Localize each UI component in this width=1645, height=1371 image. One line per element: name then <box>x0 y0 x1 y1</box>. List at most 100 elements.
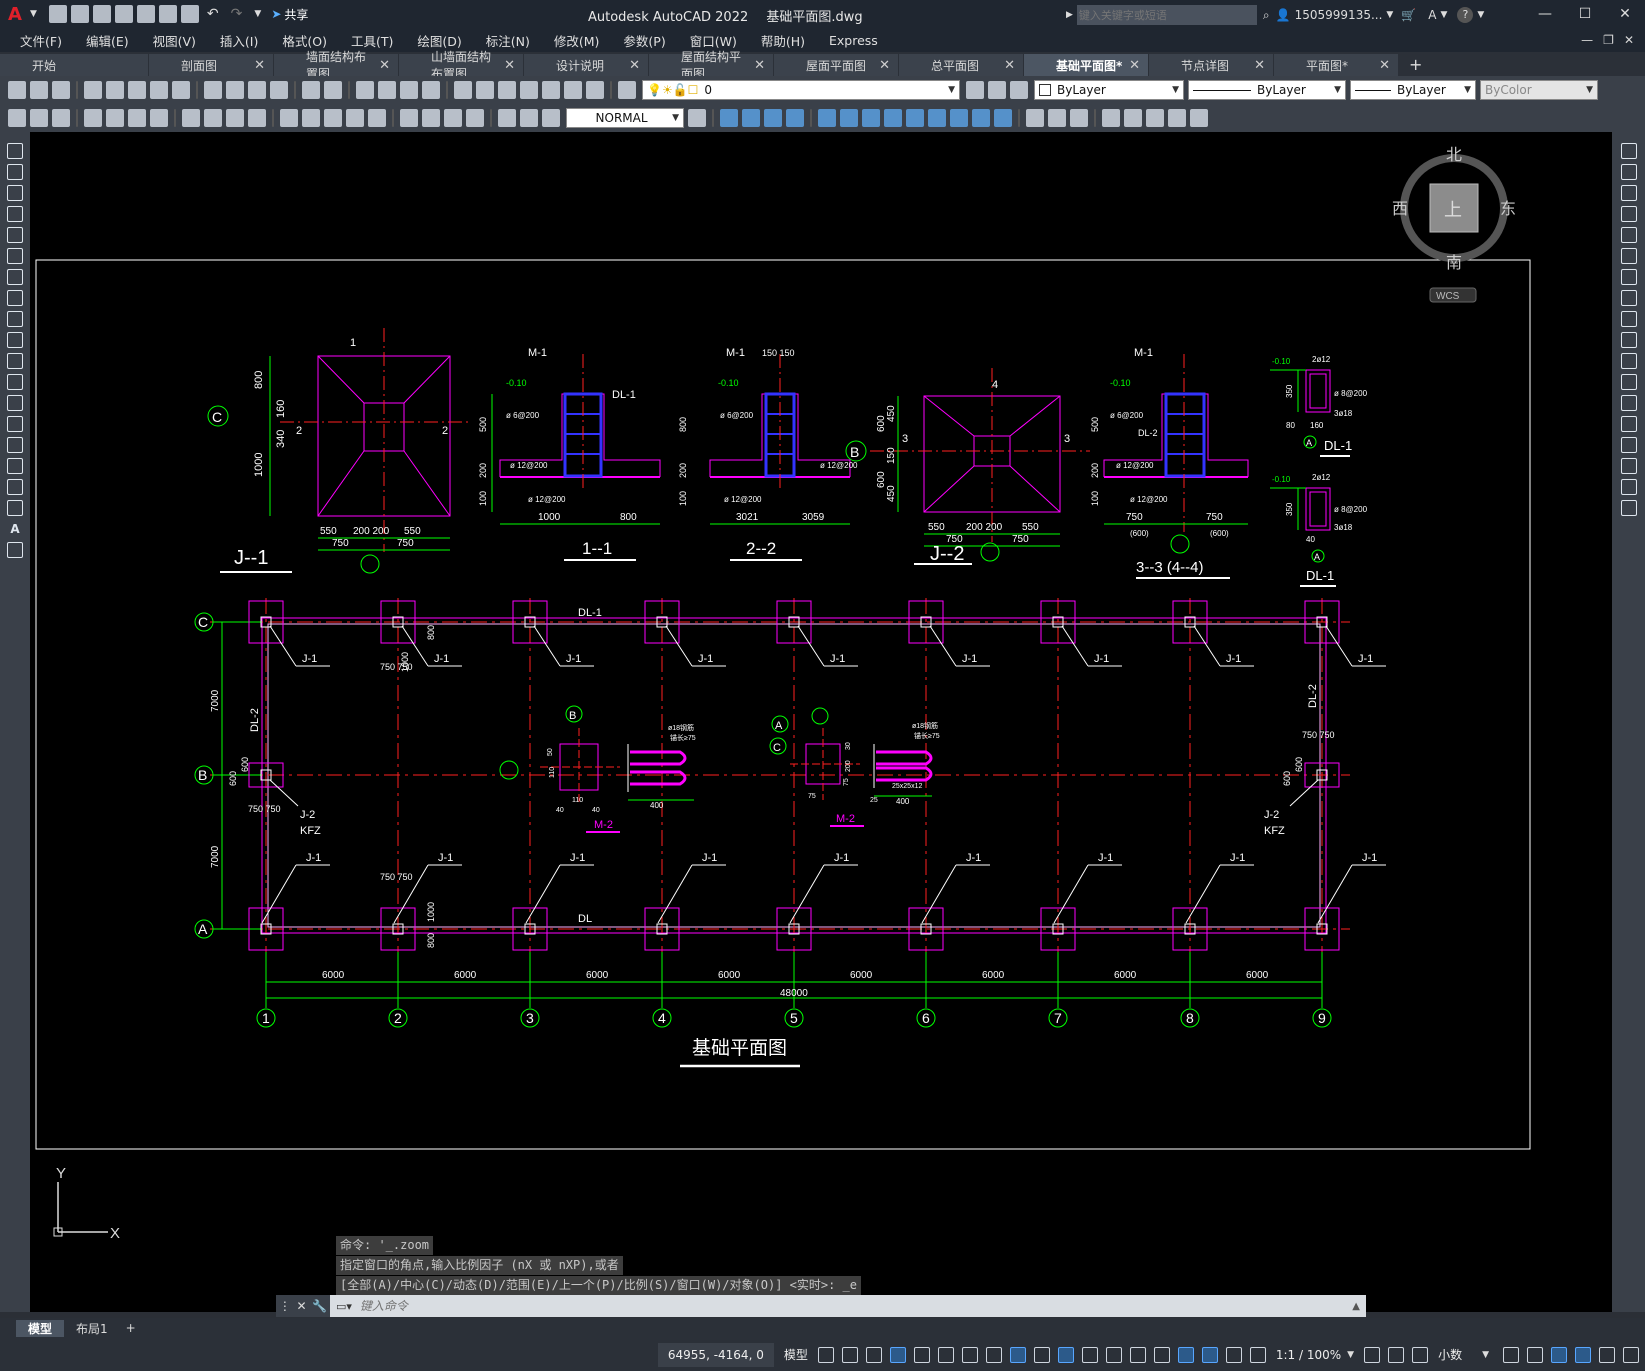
search-expand-icon[interactable]: ▶ <box>1066 10 1073 20</box>
tab-close-icon[interactable]: ✕ <box>1254 58 1265 73</box>
web-icon[interactable] <box>172 81 190 99</box>
menu-draw[interactable]: 绘图(D) <box>405 31 473 50</box>
tolerance-icon[interactable] <box>400 109 418 127</box>
rectangle-icon[interactable] <box>7 227 23 243</box>
3d-osnap-icon[interactable] <box>1105 1346 1122 1363</box>
gizmo-icon[interactable] <box>1177 1346 1194 1363</box>
stretch-icon[interactable] <box>1620 311 1637 327</box>
help-tb-icon[interactable] <box>586 81 604 99</box>
quick-properties-icon[interactable] <box>1503 1346 1519 1363</box>
print-icon[interactable] <box>84 81 102 99</box>
move-icon[interactable] <box>1620 248 1637 264</box>
lineweight-dropdown[interactable]: ByLayer ▼ <box>1350 80 1476 100</box>
viewcube-south[interactable]: 南 <box>1446 254 1462 272</box>
command-customize-icon[interactable]: 🔧 <box>312 1299 327 1313</box>
dimstyle-dropdown[interactable]: NORMAL ▼ <box>566 108 684 128</box>
layer-properties-icon[interactable] <box>618 81 636 99</box>
orbit-icon[interactable] <box>1102 109 1120 127</box>
search-icon[interactable]: ⌕ <box>1263 8 1270 23</box>
chamfer-icon[interactable] <box>1620 437 1637 453</box>
tab-close-icon[interactable]: ✕ <box>254 58 265 73</box>
open-file-icon[interactable] <box>70 5 89 23</box>
break-at-point-icon[interactable] <box>1620 374 1637 390</box>
block-icon[interactable] <box>30 109 48 127</box>
point-icon[interactable] <box>7 416 23 432</box>
join-icon[interactable] <box>1620 416 1637 432</box>
ucs-face-icon[interactable] <box>786 109 804 127</box>
tab-node-details[interactable]: 节点详图 ✕ <box>1149 54 1273 76</box>
calculator-icon[interactable] <box>564 81 582 99</box>
hide-icon[interactable] <box>1048 109 1066 127</box>
scale-chevron-icon[interactable]: ▼ <box>1347 1350 1354 1360</box>
isodraft-icon[interactable] <box>961 1346 978 1363</box>
make-block-icon[interactable] <box>7 395 23 411</box>
undo-icon[interactable]: ↶ <box>207 6 219 22</box>
hatch-icon[interactable] <box>7 437 23 453</box>
linetype-dropdown[interactable]: ByLayer ▼ <box>1188 80 1346 100</box>
tab-close-icon[interactable]: ✕ <box>754 58 765 73</box>
menu-file[interactable]: 文件(F) <box>8 31 74 50</box>
sheet-set-icon[interactable] <box>520 81 538 99</box>
color-dropdown[interactable]: ByLayer ▼ <box>1034 80 1184 100</box>
ucs-3point-icon[interactable] <box>906 109 924 127</box>
viewcube-west[interactable]: 西 <box>1392 201 1408 218</box>
menu-format[interactable]: 格式(O) <box>270 31 339 50</box>
dynamic-input-icon[interactable] <box>889 1346 906 1363</box>
quick-dim-icon[interactable] <box>280 109 298 127</box>
lineweight-icon[interactable] <box>1033 1346 1050 1363</box>
dim-update-icon[interactable] <box>542 109 560 127</box>
dim-ordinate-icon[interactable] <box>150 109 168 127</box>
open-icon[interactable] <box>30 81 48 99</box>
workspace-gear-icon[interactable] <box>1364 1346 1381 1363</box>
layer-dropdown[interactable]: 💡☀🔓☐ 0 ▼ <box>642 80 960 100</box>
qnew-icon[interactable] <box>8 81 26 99</box>
tab-close-icon[interactable]: ✕ <box>379 58 390 73</box>
plotstyle-dropdown[interactable]: ByColor ▼ <box>1480 80 1598 100</box>
dim-radius-icon[interactable] <box>182 109 200 127</box>
polygon-icon[interactable] <box>7 206 23 222</box>
ellipse-arc-icon[interactable] <box>7 353 23 369</box>
quickcalc-icon[interactable] <box>8 109 26 127</box>
polar-icon[interactable] <box>937 1346 954 1363</box>
line-icon[interactable] <box>7 143 23 159</box>
copy-object-icon[interactable] <box>1620 164 1637 180</box>
save-tb-icon[interactable] <box>52 81 70 99</box>
dynamic-ucs-icon[interactable] <box>1129 1346 1146 1363</box>
tab-layout1[interactable]: 布局1 <box>64 1320 120 1337</box>
menu-tools[interactable]: 工具(T) <box>339 31 405 50</box>
dim-diameter-icon[interactable] <box>226 109 244 127</box>
viewcube[interactable]: 上 北 南 东 西 WCS <box>1392 146 1516 303</box>
dim-jogged-icon[interactable] <box>204 109 222 127</box>
properties-icon[interactable] <box>454 81 472 99</box>
layer-iso-icon[interactable] <box>1010 81 1028 99</box>
command-prompt-icon[interactable]: ▭▾ <box>336 1300 352 1313</box>
continuous-orbit-icon[interactable] <box>1146 109 1164 127</box>
help-icon[interactable]: ? <box>1457 7 1474 23</box>
command-close-icon[interactable]: ✕ <box>296 1299 306 1313</box>
markup-icon[interactable] <box>542 81 560 99</box>
ucs-z-icon[interactable] <box>972 109 990 127</box>
erase-icon[interactable] <box>1620 143 1637 159</box>
dim-arc-icon[interactable] <box>128 109 146 127</box>
command-input[interactable] <box>357 1296 1353 1316</box>
insert-block-icon[interactable] <box>7 374 23 390</box>
snap-icon[interactable] <box>841 1346 858 1363</box>
hardware-acceleration-icon[interactable] <box>1575 1346 1591 1363</box>
publish-icon[interactable] <box>136 5 155 23</box>
ucs-object-icon[interactable] <box>818 109 836 127</box>
tab-close-icon[interactable]: ✕ <box>1004 58 1015 73</box>
tab-start[interactable]: 开始 <box>0 54 148 76</box>
tab-close-icon[interactable]: ✕ <box>504 58 515 73</box>
user-name[interactable]: 1505999135... <box>1295 8 1383 22</box>
mtext-icon[interactable]: A <box>7 521 23 537</box>
make-current-icon[interactable] <box>966 81 984 99</box>
dim-continue-icon[interactable] <box>324 109 342 127</box>
tab-roof-plan[interactable]: 屋面平面图 ✕ <box>774 54 898 76</box>
tab-close-icon[interactable]: ✕ <box>629 58 640 73</box>
dim-aligned-icon[interactable] <box>106 109 124 127</box>
visual-style-icon[interactable] <box>1026 109 1044 127</box>
dimstyle-manager-icon[interactable] <box>688 109 706 127</box>
annotation-visibility-icon[interactable] <box>1201 1346 1218 1363</box>
cart-icon[interactable]: 🛒 <box>1401 8 1416 22</box>
selection-filter-icon[interactable] <box>1153 1346 1170 1363</box>
